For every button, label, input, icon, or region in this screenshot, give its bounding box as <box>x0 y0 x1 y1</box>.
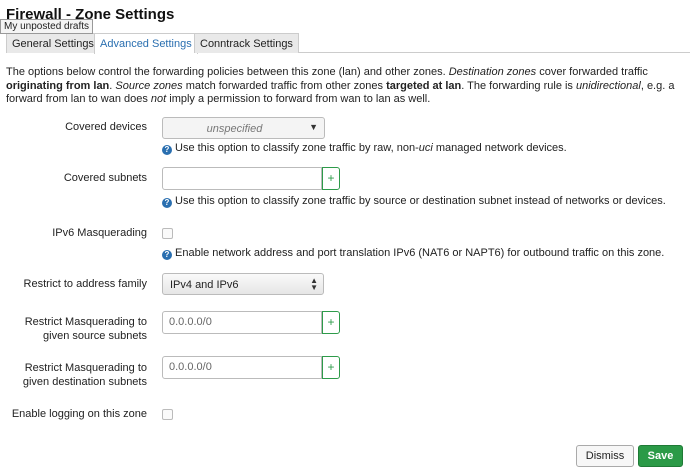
intro-text: The options below control the forwarding… <box>6 66 684 107</box>
logging-label: Enable logging on this zone <box>11 408 147 420</box>
help-text: uci <box>418 142 433 154</box>
ipv6-masq-checkbox[interactable] <box>162 228 173 239</box>
tab-general-settings[interactable]: General Settings <box>6 33 100 53</box>
masq-src-input[interactable]: 0.0.0.0/0 <box>162 311 322 334</box>
tab-advanced-settings[interactable]: Advanced Settings <box>94 33 198 54</box>
intro-part: Destination zones <box>448 66 537 78</box>
help-text: Use this option to classify zone traffic… <box>175 142 419 154</box>
address-family-value: IPv4 and IPv6 <box>170 279 239 291</box>
masq-src-label-1: Restrict Masquerading to <box>24 316 147 328</box>
address-family-label: Restrict to address family <box>23 278 147 290</box>
intro-part: cover forwarded traffic <box>536 66 648 78</box>
drafts-tooltip: My unposted drafts <box>0 19 94 34</box>
plus-icon: + <box>327 360 335 374</box>
covered-subnets-help: ? Use this option to classify zone traffi… <box>162 195 666 208</box>
masq-dest-input[interactable]: 0.0.0.0/0 <box>162 356 322 379</box>
save-button[interactable]: Save <box>638 445 683 467</box>
covered-devices-label: Covered devices <box>65 121 147 133</box>
masq-src-label-2: given source subnets <box>43 330 147 342</box>
help-text: managed network devices. <box>432 142 567 154</box>
intro-part: The options below control the forwarding… <box>6 66 449 78</box>
plus-icon: + <box>327 171 335 185</box>
help-icon: ? <box>162 198 172 208</box>
help-icon: ? <box>162 250 172 260</box>
add-masq-src-button[interactable]: + <box>322 311 340 334</box>
logging-checkbox[interactable] <box>162 409 173 420</box>
intro-part: Source zones <box>115 79 183 92</box>
covered-subnets-input[interactable] <box>162 167 322 190</box>
dismiss-button[interactable]: Dismiss <box>576 445 634 467</box>
ipv6-masq-label: IPv6 Masquerading <box>52 227 147 239</box>
intro-part: unidirectional <box>576 79 641 92</box>
covered-subnets-label: Covered subnets <box>63 172 147 184</box>
tab-bar: General Settings Advanced Settings Connt… <box>6 33 690 54</box>
plus-icon: + <box>327 315 335 329</box>
intro-part: targeted at lan <box>386 79 462 92</box>
intro-part: match forwarded traffic from other zones <box>182 79 387 92</box>
tab-conntrack-settings[interactable]: Conntrack Settings <box>194 33 299 53</box>
add-masq-dest-button[interactable]: + <box>322 356 340 379</box>
intro-part: originating from lan <box>6 79 110 92</box>
help-icon: ? <box>162 145 172 155</box>
help-text: Enable network address and port translat… <box>175 247 665 259</box>
masq-dest-label-2: given destination subnets <box>22 376 147 388</box>
help-text: Use this option to classify zone traffic… <box>175 195 666 207</box>
ipv6-masq-help: ? Enable network address and port transla… <box>162 247 664 260</box>
masq-dest-label-1: Restrict Masquerading to <box>24 362 147 374</box>
updown-arrows-icon: ▲ ▼ <box>310 276 318 292</box>
caret-down-icon: ▼ <box>309 122 318 132</box>
address-family-select[interactable]: IPv4 and IPv6 ▲ ▼ <box>162 273 324 295</box>
intro-part: not <box>150 93 167 105</box>
covered-devices-help: ? Use this option to classify zone traffi… <box>162 142 567 155</box>
add-covered-subnet-button[interactable]: + <box>322 167 340 190</box>
intro-part: imply a permission to forward from wan t… <box>166 93 431 105</box>
intro-part: . The forwarding rule is <box>461 79 576 92</box>
covered-devices-select[interactable]: unspecified ▼ <box>162 117 325 139</box>
covered-devices-value: unspecified <box>206 123 263 135</box>
